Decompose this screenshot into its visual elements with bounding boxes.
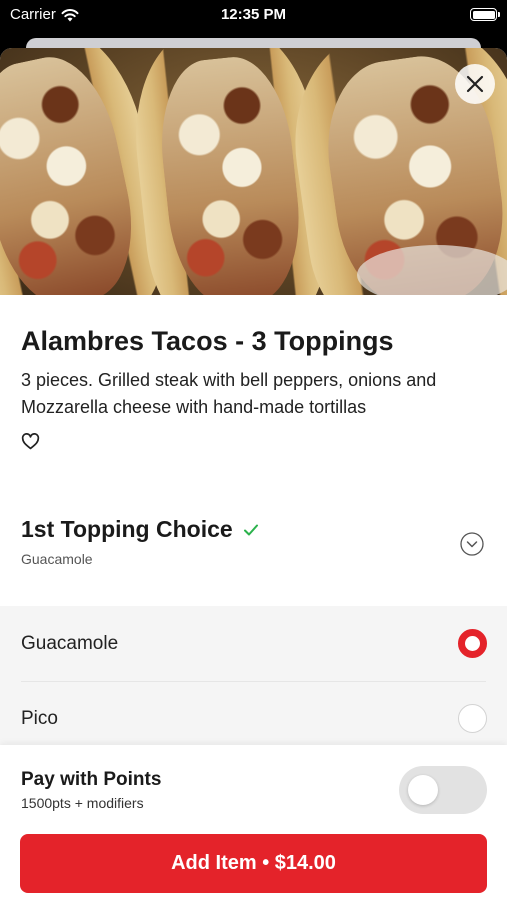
topping-choice-title-row: 1st Topping Choice bbox=[21, 516, 486, 543]
topping-choice-summary: Guacamole bbox=[21, 551, 93, 567]
checkmark-icon bbox=[243, 524, 258, 535]
checkout-panel: Pay with Points 1500pts + modifiers Add … bbox=[0, 745, 507, 900]
battery-icon bbox=[470, 8, 500, 21]
item-description: 3 pieces. Grilled steak with bell pepper… bbox=[21, 370, 437, 417]
item-detail-sheet: Alambres Tacos - 3 Toppings 3 pieces. Gr… bbox=[0, 48, 507, 900]
item-title: Alambres Tacos - 3 Toppings bbox=[21, 326, 394, 356]
topping-option-guacamole[interactable]: Guacamole bbox=[0, 606, 507, 681]
status-bar: Carrier 12:35 PM bbox=[0, 0, 507, 30]
add-item-button[interactable]: Add Item • $14.00 bbox=[20, 834, 487, 893]
item-photo bbox=[0, 48, 507, 295]
topping-choice-header[interactable]: 1st Topping Choice Guacamole bbox=[21, 516, 486, 576]
radio-selected[interactable] bbox=[458, 629, 487, 658]
option-label: Guacamole bbox=[21, 632, 119, 654]
pay-with-points-subtitle: 1500pts + modifiers bbox=[21, 795, 144, 811]
pay-with-points-toggle[interactable] bbox=[399, 766, 487, 814]
chevron-down-icon[interactable] bbox=[460, 532, 484, 556]
topping-choice-title: 1st Topping Choice bbox=[21, 516, 233, 542]
topping-options-list: Guacamole Pico bbox=[0, 606, 507, 756]
close-button[interactable] bbox=[455, 64, 495, 104]
heart-icon bbox=[21, 433, 40, 450]
pay-with-points-title: Pay with Points bbox=[21, 769, 162, 790]
option-label: Pico bbox=[21, 707, 58, 729]
item-info: Alambres Tacos - 3 Toppings 3 pieces. Gr… bbox=[21, 326, 486, 451]
toggle-knob bbox=[408, 775, 438, 805]
favorite-button[interactable] bbox=[21, 433, 41, 451]
close-icon bbox=[466, 75, 484, 93]
clock: 12:35 PM bbox=[220, 6, 287, 23]
radio-unselected[interactable] bbox=[458, 704, 487, 733]
